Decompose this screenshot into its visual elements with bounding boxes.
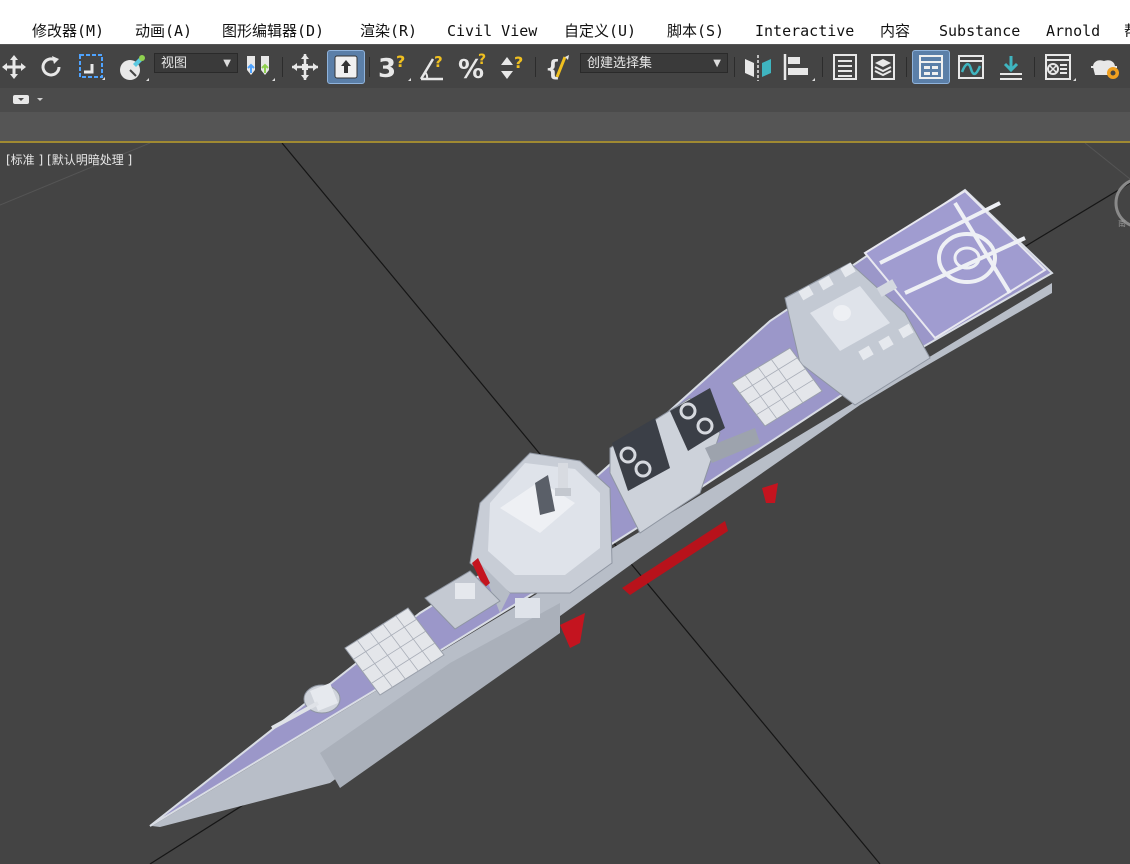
viewcube[interactable]: 南	[1114, 179, 1130, 228]
svg-text:?: ?	[396, 52, 405, 71]
scene-explorer-button[interactable]	[828, 50, 862, 84]
snap-toggle-button[interactable]: 3 ?	[374, 50, 414, 84]
menu-arnold[interactable]: Arnold	[1046, 20, 1100, 42]
spinner-snap-icon: ?	[501, 53, 523, 79]
red-rudder	[762, 483, 778, 503]
named-selection-sets-value: 创建选择集	[587, 56, 653, 71]
pivot-icon	[247, 56, 275, 81]
ribbon-toggle-icon	[919, 55, 943, 79]
chevron-down-icon: ▼	[223, 58, 231, 69]
menu-bar: ▸ 修改器(M) 动画(A) 图形编辑器(D) 渲染(R) Civil View…	[0, 0, 1130, 44]
workspace-menu-button[interactable]	[10, 92, 46, 108]
toolbar-separator	[734, 57, 735, 77]
toolbar-separator	[282, 57, 283, 77]
rotate-icon	[41, 56, 61, 77]
main-toolbar: 视图 ▼ 3 ? ? % ? ? {创建选择集 ▼	[0, 44, 1130, 89]
toolbar-separator	[535, 57, 536, 77]
percent-snap-button[interactable]: % ?	[456, 50, 492, 84]
schematic-view-button[interactable]	[994, 50, 1028, 84]
view-reference-dropdown[interactable]: 视图 ▼	[154, 53, 238, 73]
menu-modifiers[interactable]: 修改器(M)	[32, 20, 104, 42]
menu-edge-fragment[interactable]: ▸	[0, 20, 1, 42]
svg-text:?: ?	[478, 52, 486, 68]
mirror-button[interactable]	[740, 50, 776, 84]
select-and-place-icon	[292, 54, 318, 80]
render-setup-button[interactable]	[1088, 50, 1124, 84]
secondary-toolbar	[0, 88, 1130, 112]
rotate-button[interactable]	[36, 50, 66, 84]
align-button[interactable]	[778, 50, 818, 84]
angle-snap-button[interactable]: ?	[416, 50, 450, 84]
menu-overflow-fragment[interactable]: 帮	[1124, 20, 1130, 42]
speech-bubble-icon	[13, 95, 43, 104]
chevron-down-icon: ▼	[713, 58, 721, 69]
layer-explorer-button[interactable]	[866, 50, 900, 84]
svg-text:{: {	[545, 57, 561, 82]
ribbon-toggle-button[interactable]	[912, 50, 950, 84]
percent-snap-icon: % ?	[458, 52, 486, 83]
ciws-turret	[455, 583, 475, 599]
angle-snap-icon: ?	[419, 53, 443, 81]
scene-explorer-icon	[833, 54, 857, 80]
red-waterline-mid	[560, 613, 585, 648]
snap-number: 3	[378, 54, 396, 83]
edit-named-selection-button[interactable]: {	[542, 50, 578, 84]
move-icon	[2, 55, 26, 79]
svg-text:?: ?	[514, 53, 523, 72]
schematic-view-icon	[1000, 56, 1022, 80]
named-selection-sets-dropdown[interactable]: 创建选择集 ▼	[580, 53, 728, 73]
curve-editor-button[interactable]	[954, 50, 988, 84]
viewport-shading-menu[interactable]: [默认明暗处理 ]	[47, 153, 132, 167]
menu-graph-editors[interactable]: 图形编辑器(D)	[222, 20, 324, 42]
menu-animation[interactable]: 动画(A)	[135, 20, 192, 42]
mirror-icon	[745, 55, 771, 81]
ribbon-panel	[0, 112, 1130, 143]
toolbar-separator	[369, 57, 370, 77]
viewport-scene: 南	[0, 143, 1130, 864]
material-editor-icon	[1045, 54, 1076, 81]
menu-rendering[interactable]: 渲染(R)	[360, 20, 417, 42]
layer-explorer-icon	[871, 54, 895, 80]
spinner-snap-button[interactable]: ?	[496, 50, 530, 84]
perspective-viewport[interactable]: 南 [标准 ] [默认明暗处理 ]	[0, 143, 1130, 864]
destroyer-model	[149, 188, 1054, 827]
menu-scripting[interactable]: 脚本(S)	[667, 20, 724, 42]
select-and-place-button[interactable]	[288, 50, 322, 84]
select-manipulate-icon	[334, 55, 358, 79]
select-manipulate-button[interactable]	[327, 50, 365, 84]
render-setup-icon	[1091, 60, 1119, 79]
menu-interactive[interactable]: Interactive	[755, 20, 854, 42]
viewport-label[interactable]: [标准 ] [默认明暗处理 ]	[6, 151, 132, 168]
menu-customize[interactable]: 自定义(U)	[564, 20, 636, 42]
move-button[interactable]	[0, 50, 28, 84]
select-object-icon	[120, 55, 149, 81]
view-reference-value: 视图	[161, 56, 188, 71]
curve-editor-icon	[958, 55, 984, 79]
viewport-view-menu[interactable]: [标准 ]	[6, 153, 43, 167]
pivot-button[interactable]	[242, 50, 278, 84]
align-icon	[783, 54, 815, 81]
svg-text:南: 南	[1118, 218, 1126, 228]
menu-content[interactable]: 内容	[880, 20, 910, 42]
scale-icon	[79, 54, 105, 80]
menu-substance[interactable]: Substance	[939, 20, 1020, 42]
select-object-button[interactable]	[114, 50, 152, 84]
scale-button[interactable]	[76, 50, 108, 84]
snap-toggle-icon: 3 ?	[378, 52, 411, 83]
edit-named-selection-icon: {	[545, 55, 569, 82]
toolbar-separator	[906, 57, 907, 77]
svg-text:?: ?	[434, 53, 443, 71]
material-editor-button[interactable]	[1040, 50, 1080, 84]
toolbar-separator	[1034, 57, 1035, 77]
toolbar-separator	[822, 57, 823, 77]
menu-civil-view[interactable]: Civil View	[447, 20, 537, 42]
